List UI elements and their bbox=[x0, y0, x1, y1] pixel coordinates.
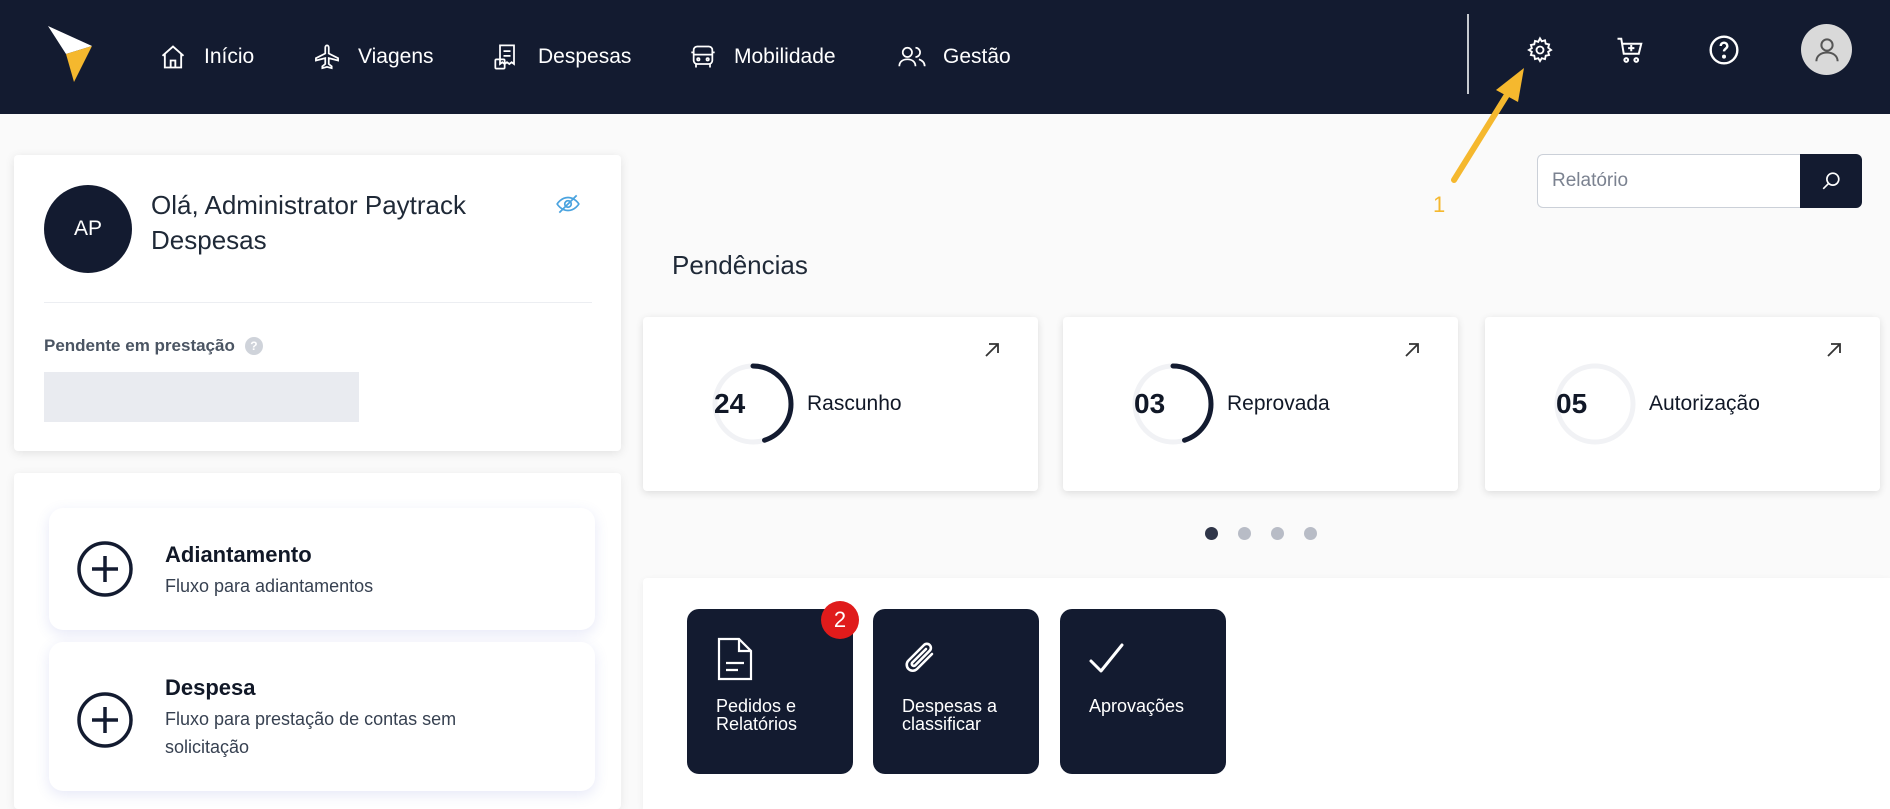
profile-divider bbox=[44, 302, 592, 303]
tile-label: Pedidos e Relatórios bbox=[716, 696, 798, 734]
pendencia-card-reprovada[interactable]: 03 Reprovada bbox=[1063, 317, 1458, 491]
top-navigation-bar: Início Viagens Despesas Mobilidade Gestã… bbox=[0, 0, 1890, 114]
notification-badge: 2 bbox=[821, 601, 859, 639]
nav-item-viagens[interactable]: Viagens bbox=[312, 0, 434, 114]
pendencia-card-rascunho[interactable]: 24 Rascunho bbox=[643, 317, 1038, 491]
greeting-text: Olá, Administrator Paytrack Despesas bbox=[151, 190, 466, 255]
carousel-dot[interactable] bbox=[1271, 527, 1284, 540]
nav-label: Gestão bbox=[943, 45, 1011, 68]
nav-item-mobilidade[interactable]: Mobilidade bbox=[688, 0, 836, 114]
tile-label: Despesas a classificar bbox=[902, 696, 998, 734]
eye-off-icon[interactable] bbox=[555, 191, 581, 217]
arrow-up-right-icon[interactable] bbox=[981, 339, 1003, 361]
pendencias-title: Pendências bbox=[672, 250, 808, 280]
pendencia-count: 05 bbox=[1556, 388, 1588, 419]
annotation-number: 1 bbox=[1433, 192, 1446, 217]
home-icon bbox=[158, 42, 188, 72]
carousel-dot[interactable] bbox=[1238, 527, 1251, 540]
nav-label: Despesas bbox=[538, 45, 632, 68]
tile-label: Aprovações bbox=[1089, 696, 1185, 716]
question-icon[interactable]: ? bbox=[244, 337, 263, 355]
airplane-icon bbox=[312, 42, 342, 72]
report-search-box bbox=[1537, 154, 1801, 208]
search-button[interactable] bbox=[1800, 154, 1862, 208]
nav-label: Viagens bbox=[358, 45, 434, 68]
annotation-arrow bbox=[1451, 68, 1524, 183]
car-icon bbox=[688, 42, 718, 72]
action-despesa[interactable]: Despesa Fluxo para prestação de contas s… bbox=[49, 642, 595, 791]
paytrack-logo[interactable] bbox=[46, 24, 94, 84]
action-title: Adiantamento bbox=[165, 542, 312, 567]
pending-label: Pendente em prestação ? bbox=[44, 336, 263, 356]
action-title: Despesa bbox=[165, 675, 256, 700]
pendencia-label: Reprovada bbox=[1227, 392, 1330, 415]
help-icon[interactable] bbox=[1706, 32, 1742, 68]
check-icon bbox=[1089, 643, 1124, 673]
pendencia-card-autorizacao[interactable]: 05 Autorização bbox=[1485, 317, 1880, 491]
arrow-up-right-icon[interactable] bbox=[1823, 339, 1845, 361]
cart-icon[interactable] bbox=[1612, 32, 1648, 68]
quick-actions-card: Adiantamento Fluxo para adiantamentos De… bbox=[14, 473, 621, 809]
plus-circle-icon bbox=[77, 541, 133, 597]
search-icon bbox=[1822, 172, 1840, 190]
action-description: Fluxo para adiantamentos bbox=[165, 576, 374, 596]
carousel-dot[interactable] bbox=[1304, 527, 1317, 540]
tile-aprovacoes[interactable]: Aprovações bbox=[1060, 609, 1226, 774]
profile-avatar: AP bbox=[44, 185, 132, 273]
carousel-dot[interactable] bbox=[1205, 527, 1218, 540]
nav-label: Mobilidade bbox=[734, 45, 836, 68]
pendencia-label: Autorização bbox=[1649, 392, 1760, 415]
report-search-input[interactable] bbox=[1538, 155, 1801, 207]
plus-circle-icon bbox=[77, 692, 133, 748]
carousel-pagination bbox=[1205, 527, 1317, 540]
user-avatar-button[interactable] bbox=[1801, 24, 1852, 75]
action-adiantamento[interactable]: Adiantamento Fluxo para adiantamentos bbox=[49, 508, 595, 630]
nav-item-gestao[interactable]: Gestão bbox=[897, 0, 1011, 114]
pendencia-label: Rascunho bbox=[807, 392, 902, 415]
receipt-icon bbox=[492, 42, 522, 72]
tile-despesas-classificar[interactable]: Despesas a classificar bbox=[873, 609, 1039, 774]
pendencia-count: 03 bbox=[1134, 388, 1166, 419]
nav-item-inicio[interactable]: Início bbox=[158, 0, 254, 114]
pendencia-count: 24 bbox=[714, 388, 746, 419]
arrow-up-right-icon[interactable] bbox=[1401, 339, 1423, 361]
document-icon bbox=[717, 637, 753, 681]
nav-label: Início bbox=[204, 45, 255, 68]
paperclip-icon bbox=[905, 642, 934, 672]
nav-item-despesas[interactable]: Despesas bbox=[492, 0, 631, 114]
profile-card: AP Olá, Administrator Paytrack Despesas … bbox=[14, 155, 621, 451]
pending-value-placeholder bbox=[44, 372, 359, 422]
users-icon bbox=[897, 42, 927, 72]
action-description: Fluxo para prestação de contas sem solic… bbox=[165, 709, 457, 757]
user-icon bbox=[1814, 37, 1839, 61]
